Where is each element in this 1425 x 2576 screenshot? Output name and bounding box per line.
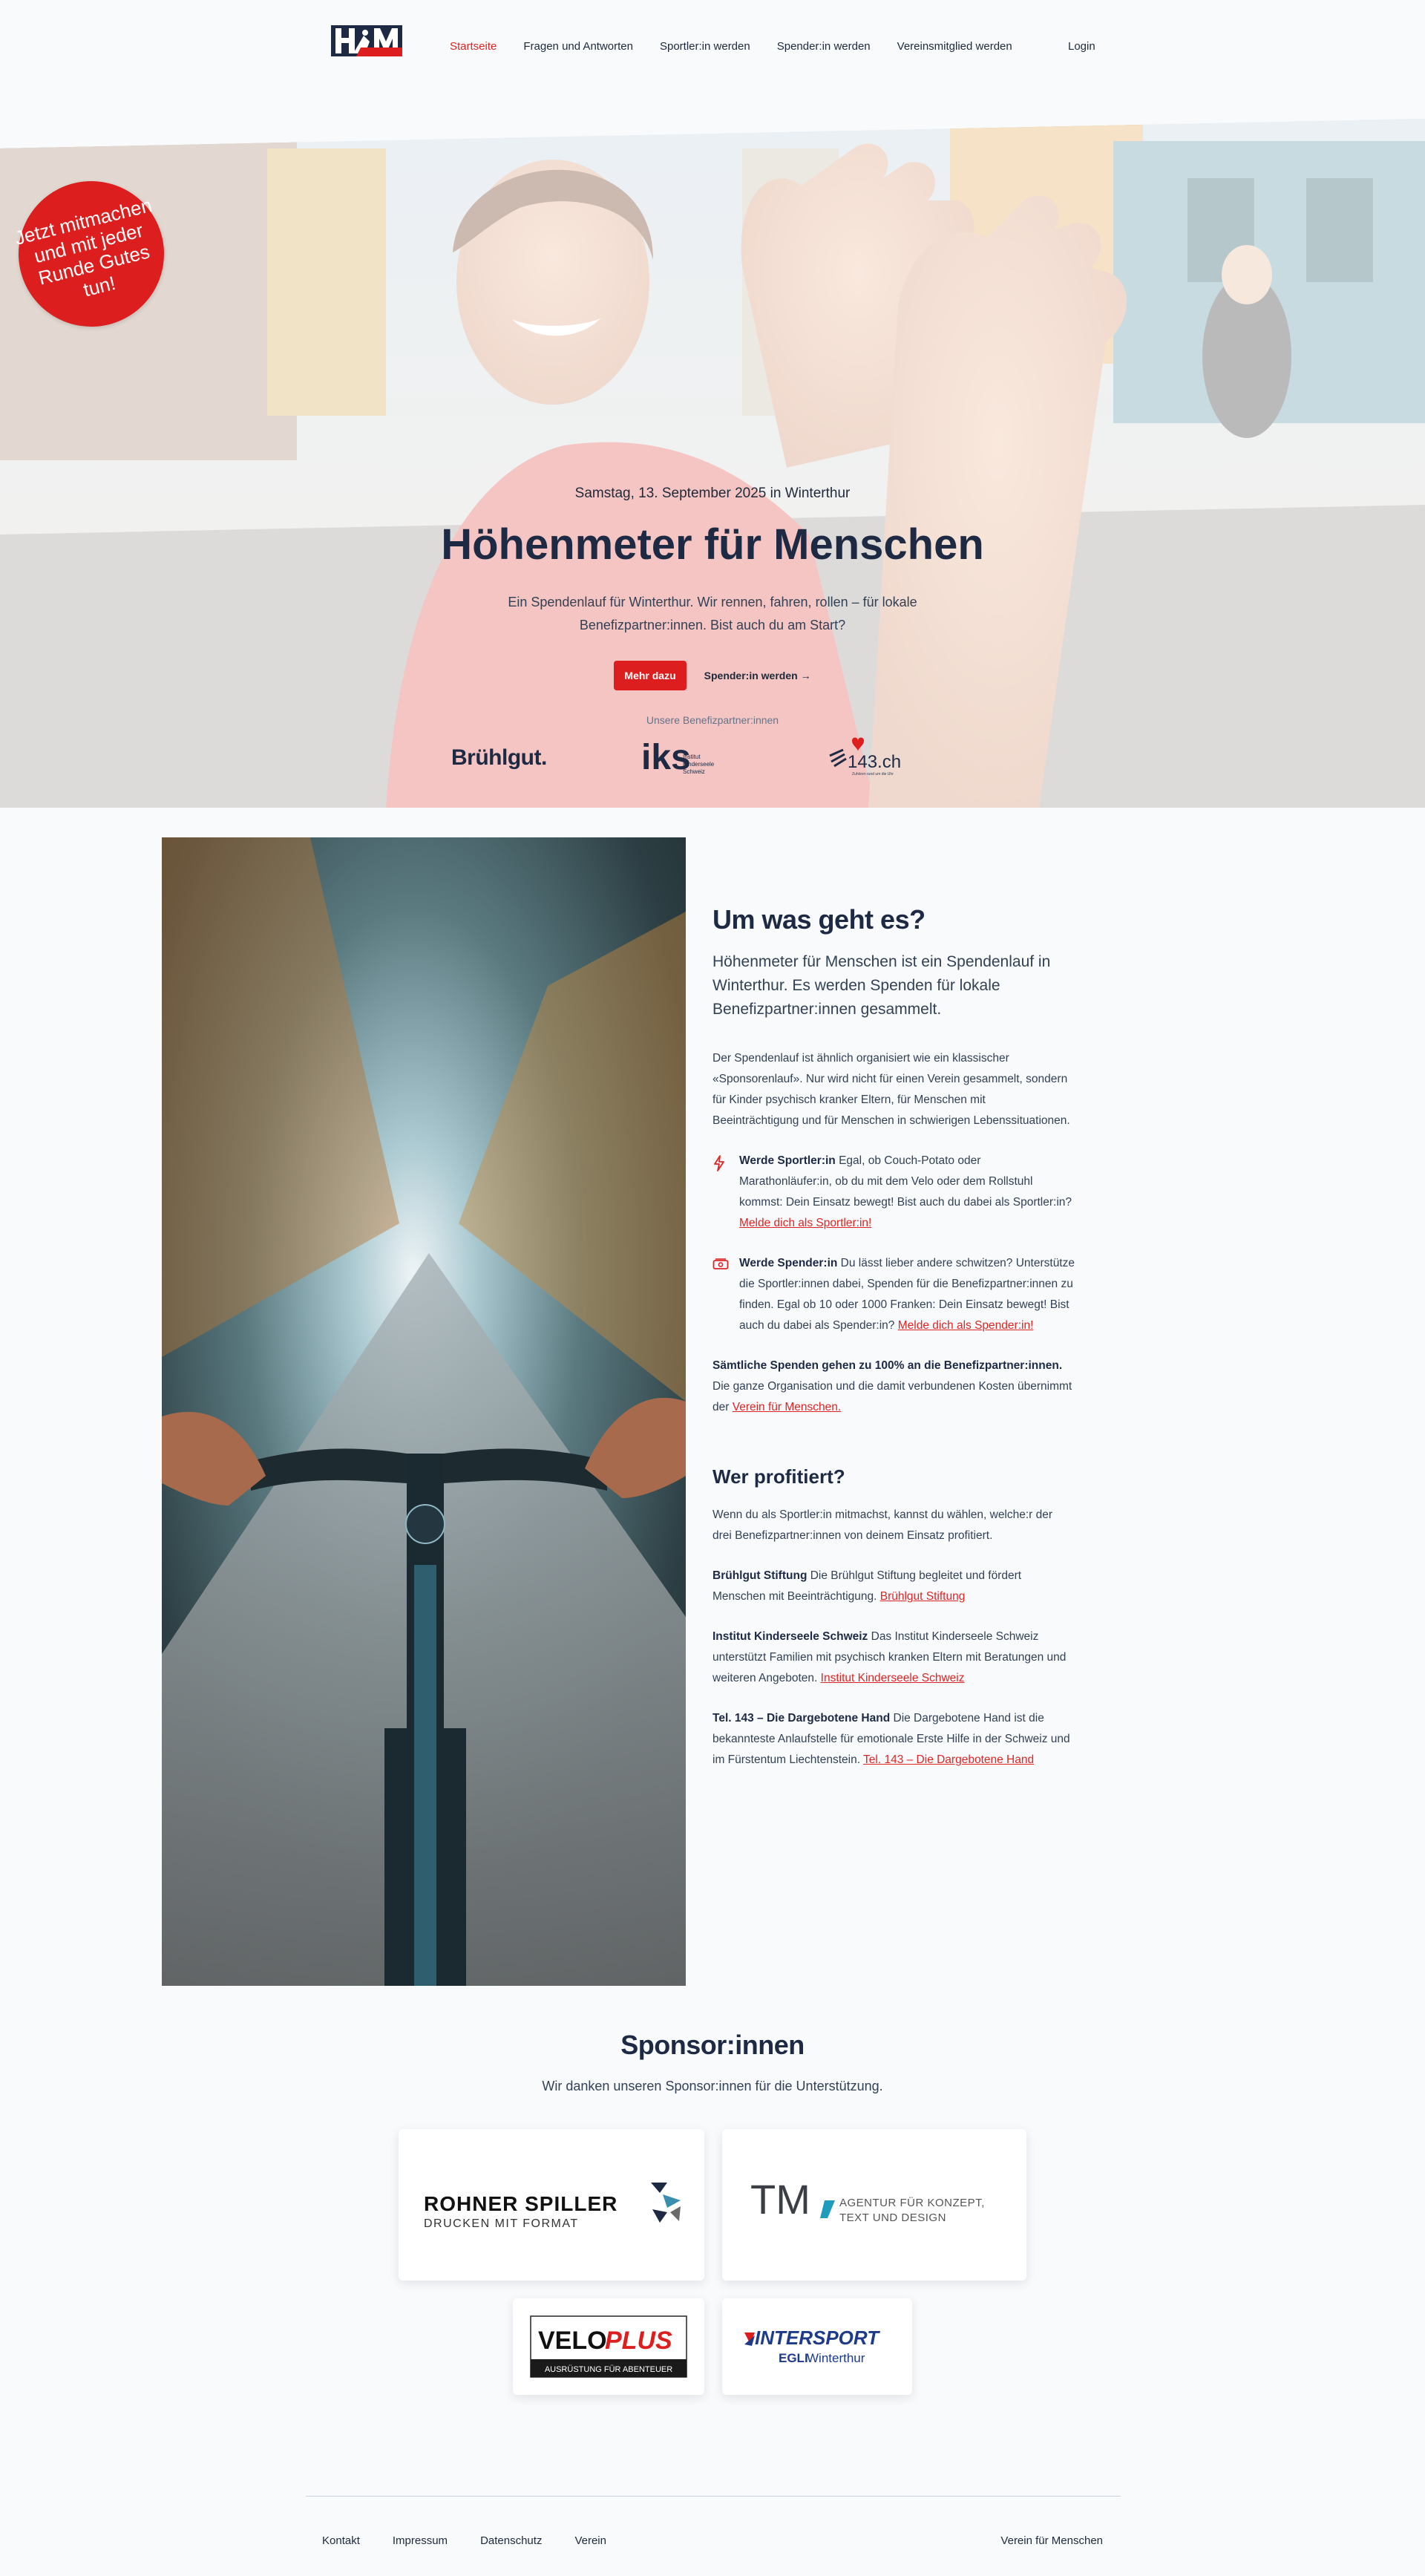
footer-nav: Kontakt Impressum Datenschutz Verein [322,2534,639,2547]
iks-link[interactable]: Institut Kinderseele Schweiz [821,1672,965,1684]
money-icon [712,1253,730,1336]
sportler-block: Werde Sportler:in Egal, ob Couch-Potato … [712,1151,1075,1234]
svg-text:AUSRÜSTUNG FÜR ABENTEUER: AUSRÜSTUNG FÜR ABENTEUER [545,2365,672,2374]
about-paragraph: Der Spendenlauf ist ähnlich organisiert … [712,1052,1070,1127]
footer-link-kontakt[interactable]: Kontakt [322,2534,360,2547]
svg-text:143.ch: 143.ch [848,752,901,772]
hero-actions: Mehr dazu Spender:in werden → [0,661,1425,690]
nav-item-spender[interactable]: Spender:in werden [777,40,871,53]
svg-text:Institut: Institut [683,753,701,760]
event-date: Samstag, 13. September 2025 in Winterthu… [574,486,851,501]
sponsor-card-intersport[interactable]: INTERSPORT EGLI Winterthur [722,2298,912,2395]
main-nav: Startseite Fragen und Antworten Sportler… [450,40,1039,53]
hero-description: Ein Spendenlauf für Winterthur. Wir renn… [508,595,917,632]
svg-text:Winterthur: Winterthur [807,2351,865,2365]
hero-title: Höhenmeter für Menschen [441,520,984,569]
tel143-link[interactable]: Tel. 143 – Die Dargebotene Hand [863,1753,1034,1766]
sponsor-card-veloplus[interactable]: VELO PLUS AUSRÜSTUNG FÜR ABENTEUER [513,2298,704,2395]
nav-item-sportler[interactable]: Sportler:in werden [660,40,750,53]
veloplus-logo: VELO PLUS AUSRÜSTUNG FÜR ABENTEUER [530,2315,687,2378]
badge-text: Jetzt mitmachen und mit jeder Runde Gute… [12,193,154,301]
footer-divider [306,2496,1121,2497]
svg-text:VELO: VELO [538,2327,607,2355]
bike-photo [162,837,686,1986]
verein-link[interactable]: Verein für Menschen. [733,1401,841,1413]
sportler-title: Werde Sportler:in [739,1154,836,1167]
beneficiary-bruehlgut: Brühlgut Stiftung Die Brühlgut Stiftung … [712,1566,1075,1607]
svg-text:Zuhören rund um die Uhr: Zuhören rund um die Uhr [852,772,894,777]
beneficiary-iks: Institut Kinderseele Schweiz Das Institu… [712,1627,1075,1689]
become-donor-link[interactable]: Spender:in werden → [704,670,811,681]
svg-text:DRUCKEN MIT FORMAT: DRUCKEN MIT FORMAT [424,2217,579,2230]
intersport-logo: INTERSPORT EGLI Winterthur [744,2327,880,2365]
spender-title: Werde Spender:in [739,1257,838,1269]
more-info-button[interactable]: Mehr dazu [614,661,687,690]
about-lead: Höhenmeter für Menschen ist ein Spendenl… [712,953,1051,1018]
svg-text:AGENTUR FÜR KONZEPT,: AGENTUR FÜR KONZEPT, [839,2196,985,2209]
partners-label: Unsere Benefizpartner:innen [646,714,779,726]
svg-text:PLUS: PLUS [605,2327,672,2355]
site-logo[interactable] [331,25,402,56]
bruehlgut-link[interactable]: Brühlgut Stiftung [880,1590,966,1603]
donation-note-bold: Sämtliche Spenden gehen zu 100% an die B… [712,1359,1063,1372]
nav-item-faq[interactable]: Fragen und Antworten [523,40,633,53]
hero-section: Samstag, 13. September 2025 in Winterthu… [0,119,1425,808]
footer-link-impressum[interactable]: Impressum [393,2534,448,2547]
svg-text:TEXT UND DESIGN: TEXT UND DESIGN [839,2211,946,2224]
iks-logo[interactable]: iks Institut Kinderseele Schweiz [641,736,723,778]
beneficiaries-title: Wer profitiert? [712,1465,845,1488]
svg-text:INTERSPORT: INTERSPORT [755,2327,880,2349]
sponsors-title: Sponsor:innen [620,2030,805,2060]
hero-content: Samstag, 13. September 2025 in Winterthu… [0,119,1425,808]
sponsor-card-tm[interactable]: TM AGENTUR FÜR KONZEPT, TEXT UND DESIGN [722,2129,1026,2281]
tel143-logo[interactable]: 143.ch Zuhören rund um die Uhr [827,736,901,778]
footer-organization-link[interactable]: Verein für Menschen [1000,2534,1103,2547]
rohner-spiller-logo: ROHNER SPILLER DRUCKEN MIT FORMAT [424,2183,681,2230]
svg-text:EGLI: EGLI [779,2351,808,2365]
about-title: Um was geht es? [712,904,926,935]
svg-text:ROHNER SPILLER: ROHNER SPILLER [424,2192,618,2215]
svg-text:Schweiz: Schweiz [683,768,705,775]
sponsor-card-rohner-spiller[interactable]: ROHNER SPILLER DRUCKEN MIT FORMAT [399,2129,704,2281]
donation-note: Sämtliche Spenden gehen zu 100% an die B… [712,1356,1075,1418]
site-header: Startseite Fragen und Antworten Sportler… [0,0,1425,97]
svg-text:Kinderseele: Kinderseele [683,761,715,768]
bruehlgut-logo[interactable]: Brühlgut. [451,745,547,771]
tm-logo: TM AGENTUR FÜR KONZEPT, TEXT UND DESIGN [750,2176,985,2224]
beneficiary-143: Tel. 143 – Die Dargebotene Hand Die Darg… [712,1708,1075,1771]
spender-block: Werde Spender:in Du lässt lieber andere … [712,1253,1075,1336]
sponsors-subtitle: Wir danken unseren Sponsor:innen für die… [542,2079,883,2093]
login-link[interactable]: Login [1068,40,1095,53]
svg-text:TM: TM [750,2176,810,2223]
nav-item-vereinsmitglied[interactable]: Vereinsmitglied werden [897,40,1012,53]
footer-link-datenschutz[interactable]: Datenschutz [480,2534,542,2547]
beneficiary-143-name: Tel. 143 – Die Dargebotene Hand [712,1712,891,1725]
beneficiary-bruehlgut-name: Brühlgut Stiftung [712,1569,808,1582]
register-donor-link[interactable]: Melde dich als Spender:in! [898,1319,1034,1332]
partner-logos: Brühlgut. iks Institut Kinderseele Schwe… [0,736,1425,781]
footer-link-verein[interactable]: Verein [574,2534,606,2547]
beneficiaries-intro: Wenn du als Sportler:in mitmachst, kanns… [712,1508,1053,1542]
lightning-icon [712,1151,730,1234]
beneficiary-iks-name: Institut Kinderseele Schweiz [712,1630,868,1643]
nav-item-startseite[interactable]: Startseite [450,40,497,53]
register-athlete-link[interactable]: Melde dich als Sportler:in! [739,1217,871,1229]
about-section: Um was geht es? Höhenmeter für Menschen … [712,904,1075,1771]
